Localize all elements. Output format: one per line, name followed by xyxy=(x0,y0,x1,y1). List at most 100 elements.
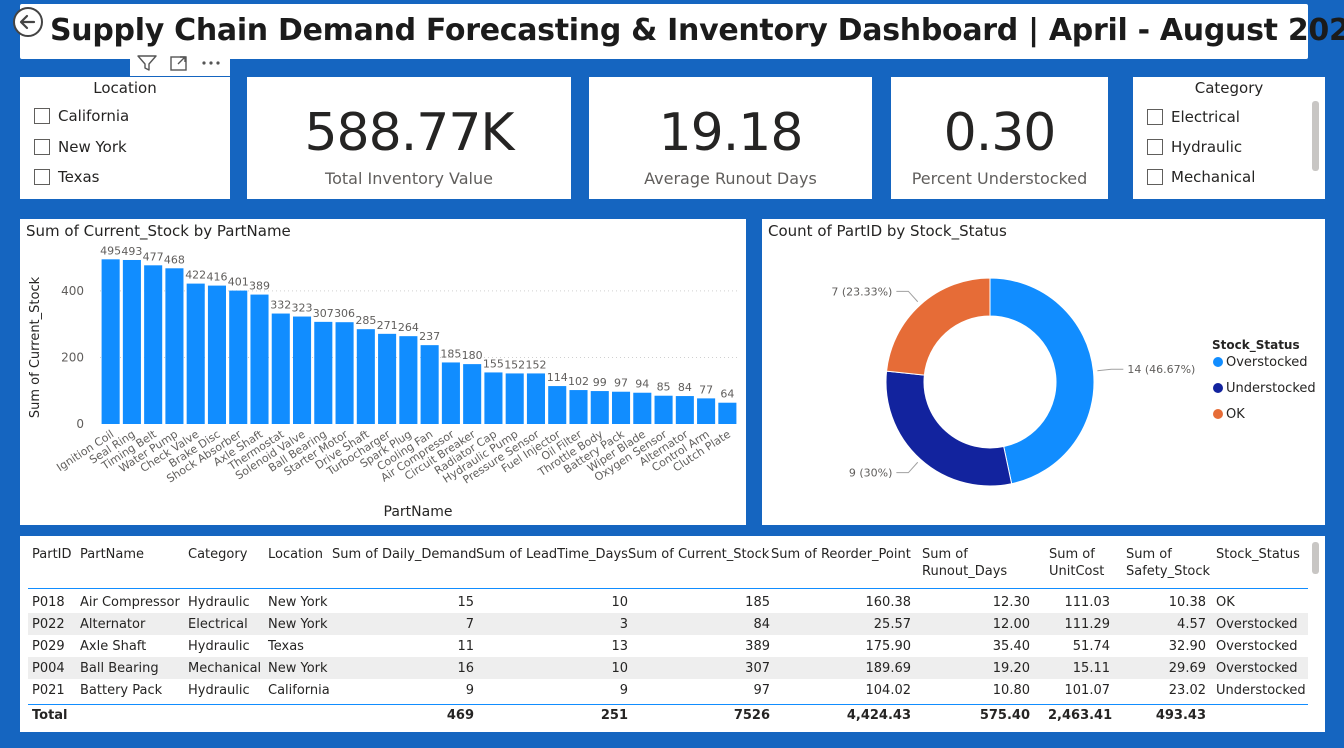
bar[interactable] xyxy=(292,316,312,424)
bar[interactable] xyxy=(463,364,482,424)
table-row[interactable]: P021 Battery Pack Hydraulic California 9 9 97 1… xyxy=(28,679,1308,701)
bar[interactable] xyxy=(335,322,354,424)
column-header[interactable]: Location xyxy=(268,546,323,563)
table-row[interactable]: P018 Air Compressor Hydraulic New York 15 10 1… xyxy=(28,591,1308,613)
bar-chart: 0200400Sum of Current_StockPartName495Ig… xyxy=(28,244,738,520)
filter-icon[interactable] xyxy=(136,53,158,73)
column-header[interactable]: Sum of UnitCost xyxy=(1049,546,1104,580)
checkbox[interactable] xyxy=(34,139,50,155)
table-cell: Mechanical xyxy=(188,661,262,676)
table-cell: 12.00 xyxy=(992,617,1030,632)
table-cell: 10 xyxy=(611,661,628,676)
table-cell: 185 xyxy=(745,595,770,610)
kpi-card-average-runout-days: 19.18 Average Runout Days xyxy=(589,77,872,199)
location-option-texas[interactable]: Texas xyxy=(34,168,99,186)
legend-marker xyxy=(1213,357,1223,367)
bar[interactable] xyxy=(611,391,631,424)
table-cell: 175.90 xyxy=(865,639,912,654)
table-cell: 7 xyxy=(465,617,474,632)
column-header[interactable]: Sum of Daily_Demand xyxy=(332,546,476,563)
table-cell: 101.07 xyxy=(1064,683,1111,698)
bar[interactable] xyxy=(697,398,716,424)
checkbox[interactable] xyxy=(1147,169,1163,185)
bar-data-label: 323 xyxy=(292,302,313,315)
checkbox[interactable] xyxy=(34,169,50,185)
table-cell: 15 xyxy=(457,595,474,610)
bar-data-label: 114 xyxy=(547,371,568,384)
donut-slice[interactable] xyxy=(885,370,1013,487)
bar[interactable] xyxy=(526,373,546,424)
bar[interactable] xyxy=(484,372,503,424)
column-header[interactable]: Sum of Safety_Stock xyxy=(1126,546,1210,580)
table-cell: Hydraulic xyxy=(188,595,250,610)
bar[interactable] xyxy=(101,259,120,424)
table-row[interactable]: P004 Ball Bearing Mechanical New York 16 10 30… xyxy=(28,657,1308,679)
table-cell: 3 xyxy=(619,617,628,632)
legend-marker xyxy=(1213,383,1223,393)
slicer-scrollbar[interactable] xyxy=(1312,101,1319,171)
bar[interactable] xyxy=(654,395,673,424)
category-option-label: Electrical xyxy=(1171,108,1240,126)
back-arrow-icon[interactable] xyxy=(12,6,44,38)
legend-item[interactable]: Overstocked xyxy=(1226,355,1308,370)
bar[interactable] xyxy=(250,294,269,424)
checkbox[interactable] xyxy=(34,108,50,124)
legend-item[interactable]: Understocked xyxy=(1226,381,1316,396)
kpi-label: Average Runout Days xyxy=(644,169,817,188)
bar[interactable] xyxy=(165,268,184,424)
bar[interactable] xyxy=(590,391,609,424)
bar[interactable] xyxy=(441,362,460,424)
column-header[interactable]: Sum of Runout_Days xyxy=(922,546,1007,580)
bar-data-label: 285 xyxy=(355,314,376,327)
bar[interactable] xyxy=(675,396,694,424)
table-cell: 25.57 xyxy=(873,617,911,632)
bar[interactable] xyxy=(420,345,439,424)
bar[interactable] xyxy=(505,373,524,424)
table-row[interactable]: P022 Alternator Electrical New York 7 3 84 25.5… xyxy=(28,613,1308,635)
bar[interactable] xyxy=(356,329,375,424)
table-cell: Texas xyxy=(268,639,304,654)
location-option-new-york[interactable]: New York xyxy=(34,138,127,156)
checkbox[interactable] xyxy=(1147,139,1163,155)
donut-slice[interactable] xyxy=(989,277,1095,485)
legend-item[interactable]: OK xyxy=(1226,407,1245,422)
bar[interactable] xyxy=(633,392,652,424)
category-option-electrical[interactable]: Electrical xyxy=(1147,108,1240,126)
table-cell: Overstocked xyxy=(1216,639,1298,654)
bar[interactable] xyxy=(314,321,333,424)
bar-data-label: 389 xyxy=(249,280,270,293)
column-header[interactable]: Sum of Reorder_Point xyxy=(771,546,911,563)
bar[interactable] xyxy=(399,336,418,424)
column-header[interactable]: Sum of LeadTime_Days xyxy=(476,546,628,563)
bar[interactable] xyxy=(186,283,205,424)
bar[interactable] xyxy=(207,285,227,424)
column-header[interactable]: PartName xyxy=(80,546,144,563)
bar[interactable] xyxy=(548,386,567,424)
donut-slice[interactable] xyxy=(886,277,991,376)
column-header[interactable]: PartID xyxy=(32,546,72,563)
checkbox[interactable] xyxy=(1147,109,1163,125)
column-header[interactable]: Stock_Status xyxy=(1216,546,1300,563)
table-cell: New York xyxy=(268,661,328,676)
bar[interactable] xyxy=(271,313,290,424)
column-header[interactable]: Category xyxy=(188,546,247,563)
column-header[interactable]: Sum of Current_Stock xyxy=(628,546,769,563)
table-cell: 13 xyxy=(611,639,628,654)
focus-mode-icon[interactable] xyxy=(168,53,190,73)
table-row[interactable]: P029 Axle Shaft Hydraulic Texas 11 13 389 175.9… xyxy=(28,635,1308,657)
category-option-hydraulic[interactable]: Hydraulic xyxy=(1147,138,1242,156)
bar[interactable] xyxy=(378,333,397,424)
bar[interactable] xyxy=(569,390,588,424)
bar[interactable] xyxy=(718,402,737,424)
table-cell: 307 xyxy=(745,661,770,676)
bar[interactable] xyxy=(229,290,248,424)
location-option-label: Texas xyxy=(58,168,100,186)
more-options-icon[interactable] xyxy=(200,53,222,73)
table-cell: 35.40 xyxy=(992,639,1030,654)
location-option-california[interactable]: California xyxy=(34,107,129,125)
table-scrollbar[interactable] xyxy=(1312,542,1319,574)
category-option-mechanical[interactable]: Mechanical xyxy=(1147,168,1255,186)
bar[interactable] xyxy=(122,259,141,424)
bar[interactable] xyxy=(144,265,163,424)
table-cell: 11 xyxy=(457,639,474,654)
